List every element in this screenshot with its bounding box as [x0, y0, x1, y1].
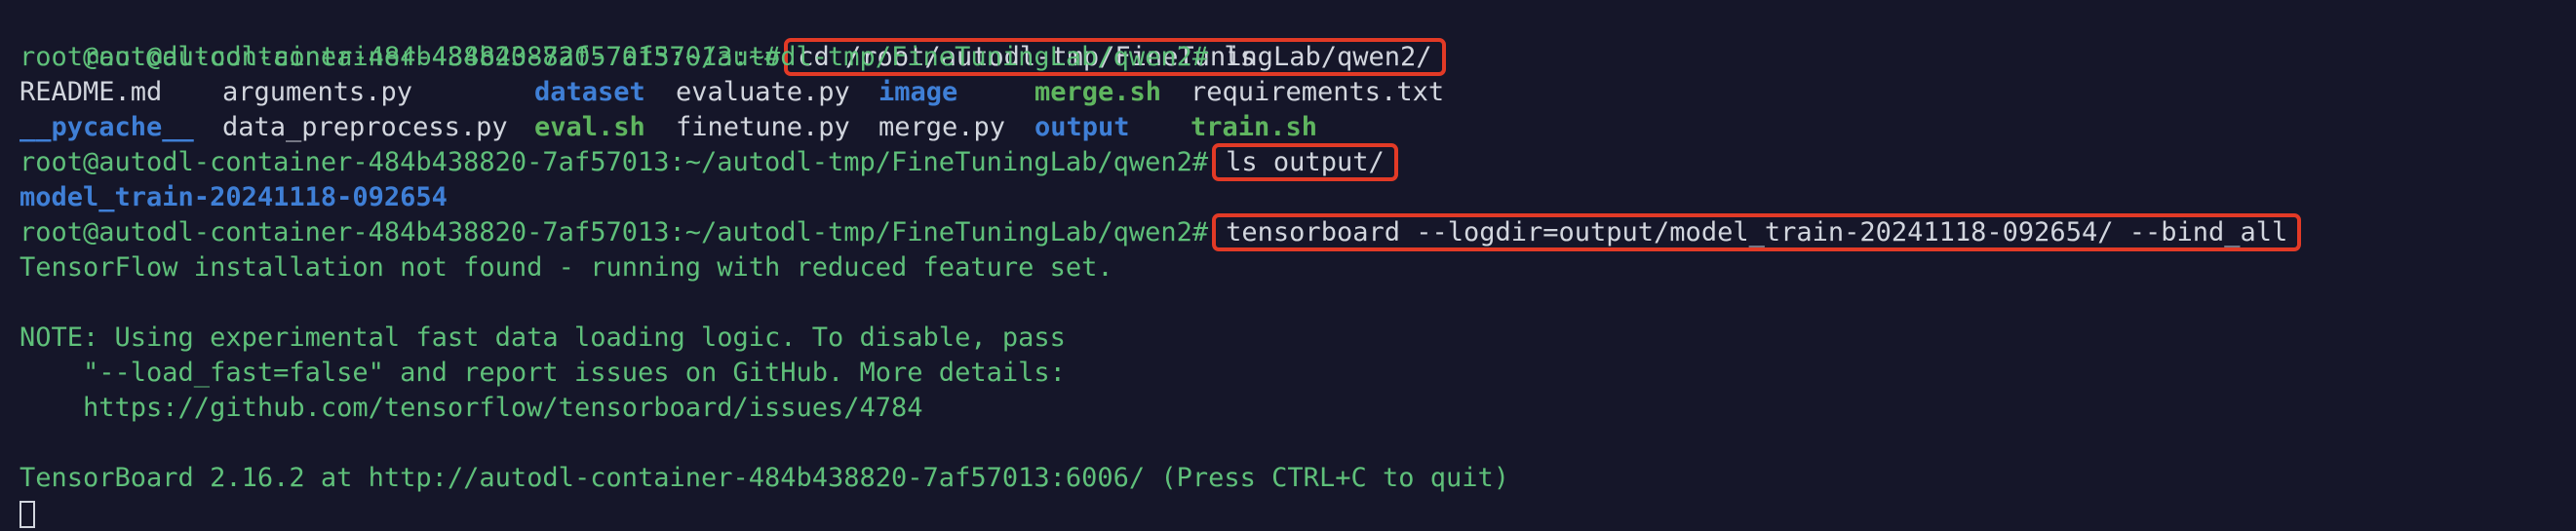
tf-missing-message: TensorFlow installation not found - runn… [20, 252, 1113, 283]
terminal-cursor[interactable] [20, 500, 35, 528]
dir-image: image [878, 77, 958, 107]
file-readme: README.md [20, 77, 163, 107]
file-evaluate: evaluate.py [676, 77, 850, 107]
highlighted-command-ls-output: ls output/ [1212, 143, 1398, 181]
terminal-line: root@autodl-container-484b438820-7af5701… [20, 143, 2576, 181]
note-line: NOTE: Using experimental fast data loadi… [20, 322, 1066, 353]
dir-dataset: dataset [534, 77, 645, 107]
command-ls: ls [1208, 42, 1256, 72]
dir-model-train: model_train-20241118-092654 [20, 182, 448, 212]
exec-merge-sh: merge.sh [1034, 77, 1162, 107]
ls-listing-row: __pycache__ data_preprocess.py eval.sh f… [20, 110, 2576, 145]
highlighted-command-tensorboard: tensorboard --logdir=output/model_train-… [1212, 213, 2302, 251]
terminal-line: root@autodl-container-484b438820-7af5701… [20, 40, 2576, 75]
shell-prompt: root@autodl-container-484b438820-7af5701… [20, 147, 1209, 177]
terminal-window[interactable]: root@autodl-container-484b438820-7af5701… [0, 0, 2576, 528]
file-merge-py: merge.py [878, 112, 1006, 142]
note-line: "--load_fast=false" and report issues on… [20, 358, 1066, 388]
terminal-line: root@autodl-container-484b438820-7af5701… [20, 5, 2576, 76]
exec-eval-sh: eval.sh [534, 112, 645, 142]
dir-output: output [1034, 112, 1130, 142]
shell-prompt: root@autodl-container-484b438820-7af5701… [20, 217, 1209, 247]
note-link: https://github.com/tensorflow/tensorboar… [20, 393, 923, 423]
cursor-line [20, 496, 2576, 531]
terminal-line: root@autodl-container-484b438820-7af5701… [20, 213, 2576, 251]
file-data-preprocess: data_preprocess.py [222, 112, 508, 142]
ls-listing-row: README.md arguments.py dataset evaluate.… [20, 75, 2576, 110]
tensorboard-running-message: TensorBoard 2.16.2 at http://autodl-cont… [20, 463, 1510, 493]
shell-prompt: root@autodl-container-484b438820-7af5701… [20, 42, 1209, 72]
file-finetune: finetune.py [676, 112, 850, 142]
dir-pycache: __pycache__ [20, 112, 194, 142]
terminal-line: model_train-20241118-092654 [20, 180, 2576, 215]
file-arguments: arguments.py [222, 77, 413, 107]
file-requirements: requirements.txt [1190, 77, 1445, 107]
exec-train-sh: train.sh [1190, 112, 1318, 142]
